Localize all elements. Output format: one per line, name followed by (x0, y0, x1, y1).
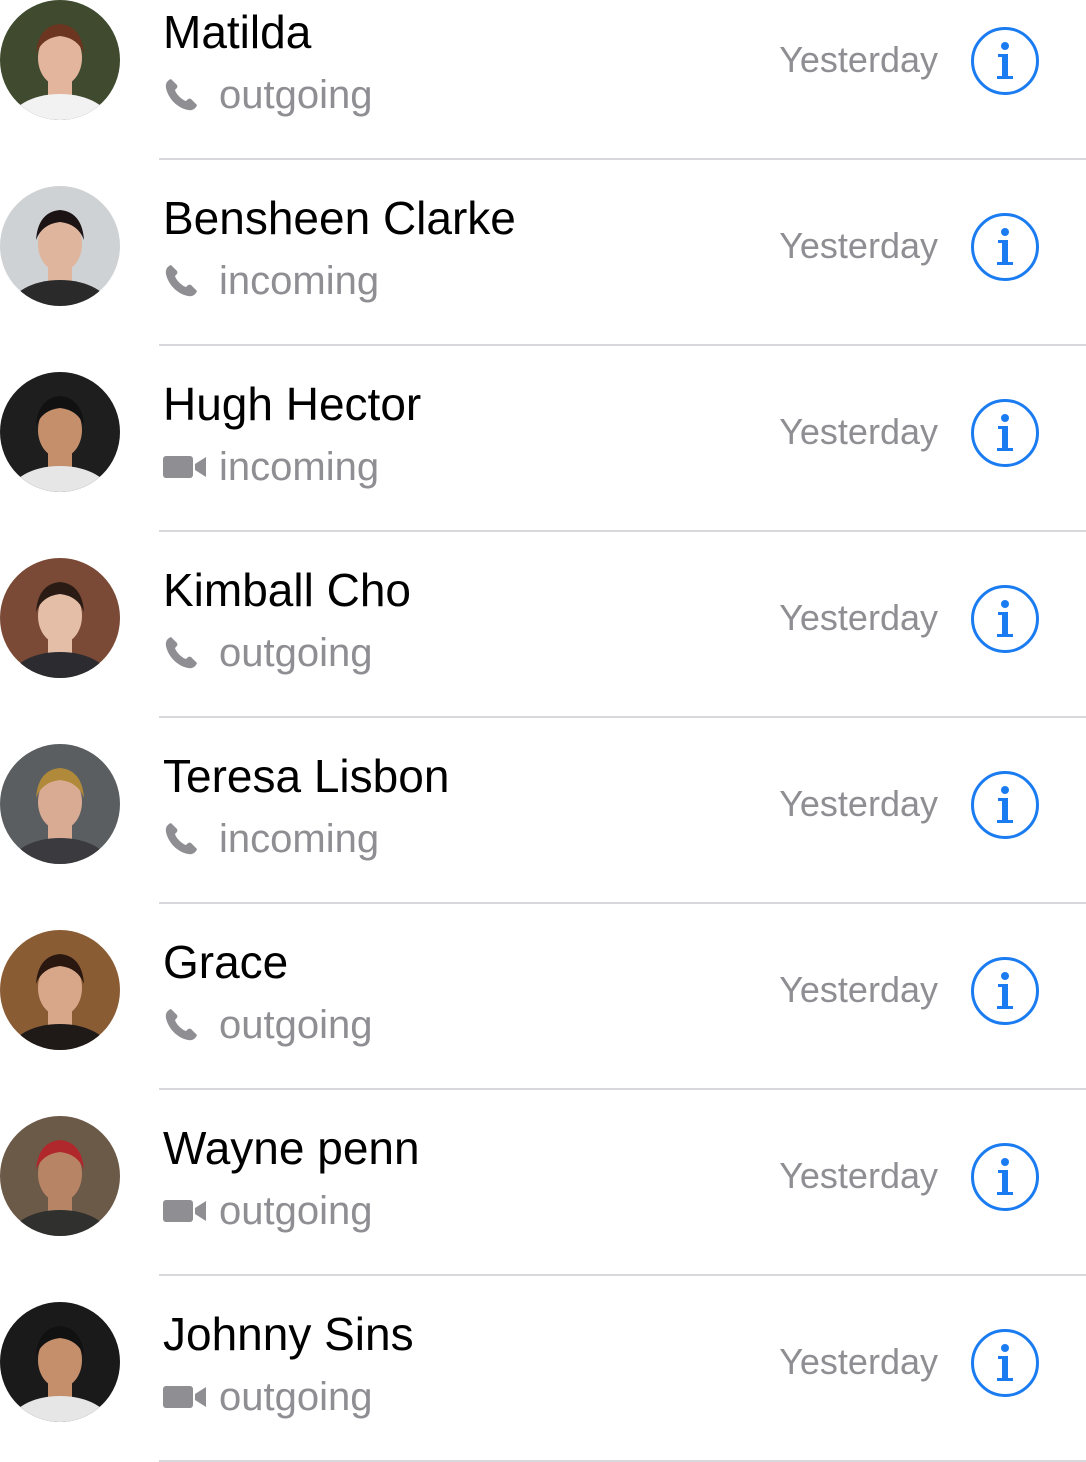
phone-icon (163, 1005, 209, 1045)
call-direction-label: incoming (219, 259, 380, 303)
contact-name: Teresa Lisbon (163, 750, 450, 802)
info-icon (971, 585, 1039, 653)
contact-name: Hugh Hector (163, 378, 422, 430)
video-camera-icon (163, 1191, 209, 1231)
call-time: Yesterday (779, 783, 938, 824)
call-detail: outgoing (163, 1186, 372, 1236)
phone-icon (163, 261, 209, 301)
info-button[interactable] (970, 398, 1040, 468)
call-time: Yesterday (779, 39, 938, 80)
avatar (0, 930, 120, 1050)
call-detail: outgoing (163, 1372, 372, 1422)
avatar (0, 744, 120, 864)
info-button[interactable] (970, 956, 1040, 1026)
avatar (0, 372, 120, 492)
info-button[interactable] (970, 584, 1040, 654)
phone-icon (163, 633, 209, 673)
contact-name: Kimball Cho (163, 564, 411, 616)
call-direction-label: outgoing (219, 73, 373, 117)
call-time: Yesterday (779, 225, 938, 266)
info-button[interactable] (970, 1328, 1040, 1398)
call-time: Yesterday (779, 597, 938, 638)
info-icon (971, 1329, 1039, 1397)
call-direction-label: incoming (219, 817, 380, 861)
info-button[interactable] (970, 26, 1040, 96)
call-detail: outgoing (163, 628, 372, 678)
call-row-3[interactable]: Hugh Hector incoming Yesterday (0, 346, 1086, 532)
info-button[interactable] (970, 770, 1040, 840)
call-detail: outgoing (163, 70, 372, 120)
call-direction-label: incoming (219, 445, 380, 489)
contact-name: Matilda (163, 6, 312, 58)
avatar (0, 1302, 120, 1422)
call-time: Yesterday (779, 969, 938, 1010)
call-row-2[interactable]: Bensheen Clarke incoming Yesterday (0, 160, 1086, 346)
call-detail: incoming (163, 814, 379, 864)
contact-name: Johnny Sins (163, 1308, 414, 1360)
info-button[interactable] (970, 1142, 1040, 1212)
avatar (0, 0, 120, 120)
info-icon (971, 957, 1039, 1025)
contact-name: Bensheen Clarke (163, 192, 516, 244)
call-row-5[interactable]: Teresa Lisbon incoming Yesterday (0, 718, 1086, 904)
info-icon (971, 399, 1039, 467)
avatar (0, 1116, 120, 1236)
call-row-8[interactable]: Johnny Sins outgoing Yesterday (0, 1276, 1086, 1462)
video-camera-icon (163, 447, 209, 487)
avatar (0, 186, 120, 306)
phone-icon (163, 75, 209, 115)
call-direction-label: outgoing (219, 631, 373, 675)
call-direction-label: outgoing (219, 1189, 373, 1233)
call-row-7[interactable]: Wayne penn outgoing Yesterday (0, 1090, 1086, 1276)
call-detail: incoming (163, 442, 379, 492)
call-direction-label: outgoing (219, 1375, 373, 1419)
info-icon (971, 771, 1039, 839)
call-time: Yesterday (779, 1155, 938, 1196)
phone-icon (163, 819, 209, 859)
call-row-6[interactable]: Grace outgoing Yesterday (0, 904, 1086, 1090)
call-detail: outgoing (163, 1000, 372, 1050)
contact-name: Wayne penn (163, 1122, 420, 1174)
info-button[interactable] (970, 212, 1040, 282)
video-camera-icon (163, 1377, 209, 1417)
call-time: Yesterday (779, 1341, 938, 1382)
call-direction-label: outgoing (219, 1003, 373, 1047)
call-detail: incoming (163, 256, 379, 306)
contact-name: Grace (163, 936, 289, 988)
recents-call-list: Matilda outgoing Yesterday Bensheen Clar… (0, 0, 1086, 1462)
call-time: Yesterday (779, 411, 938, 452)
info-icon (971, 213, 1039, 281)
call-row-1[interactable]: Matilda outgoing Yesterday (0, 0, 1086, 160)
info-icon (971, 1143, 1039, 1211)
info-icon (971, 27, 1039, 95)
avatar (0, 558, 120, 678)
call-row-4[interactable]: Kimball Cho outgoing Yesterday (0, 532, 1086, 718)
